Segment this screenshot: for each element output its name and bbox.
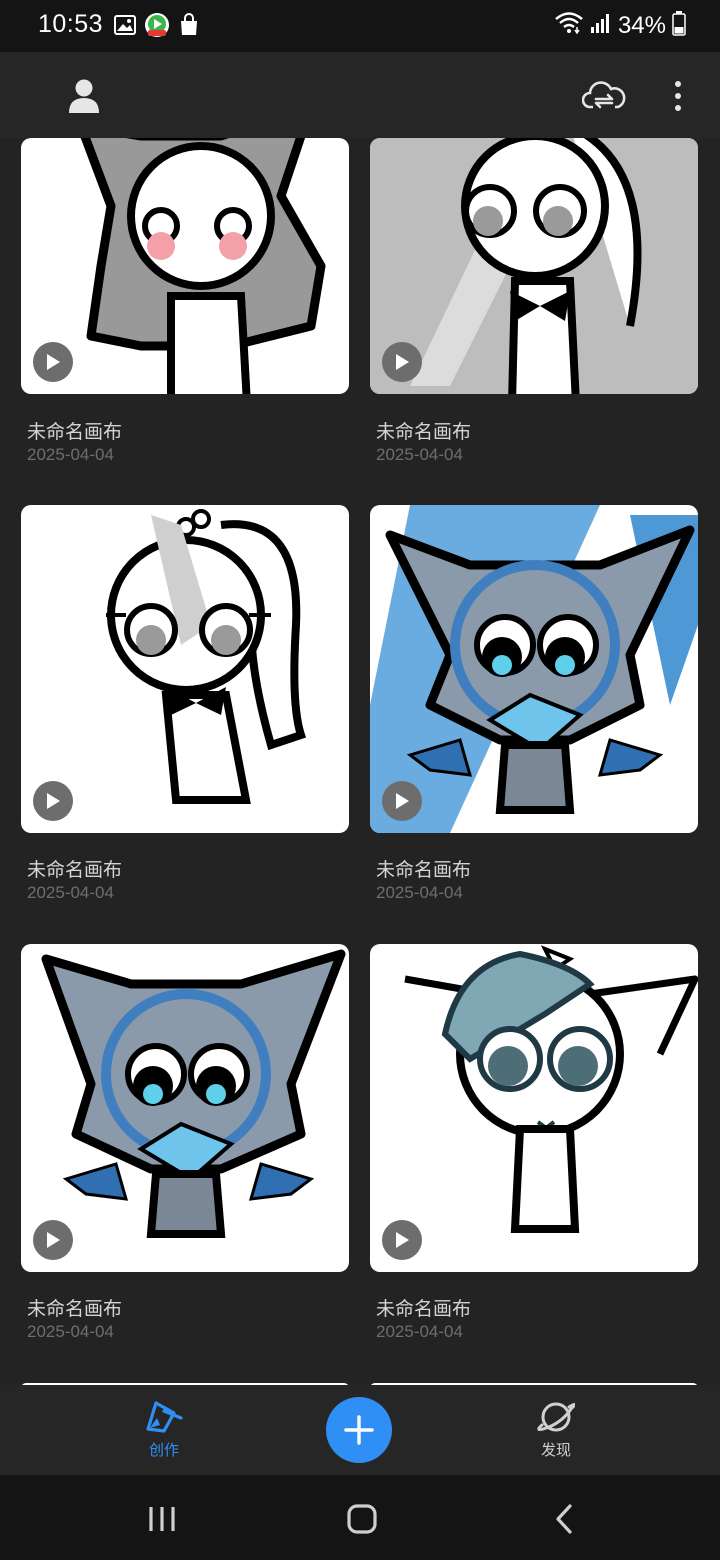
- canvas-title: 未命名画布: [376, 1299, 472, 1320]
- canvas-date: 2025-04-04: [27, 883, 114, 902]
- battery-percent: 34%: [617, 11, 666, 39]
- canvas-date: 2025-04-04: [27, 445, 114, 464]
- canvas-thumbnail[interactable]: [370, 138, 698, 394]
- system-navigation-bar: [0, 1475, 720, 1560]
- play-button[interactable]: [33, 342, 73, 382]
- play-button[interactable]: [382, 781, 422, 821]
- planet-icon: [537, 1402, 575, 1432]
- cloud-sync-icon: [582, 81, 626, 109]
- canvas-thumbnail[interactable]: [370, 505, 698, 833]
- play-icon: [396, 354, 409, 370]
- new-canvas-button[interactable]: [326, 1397, 392, 1463]
- canvas-thumbnail[interactable]: [21, 944, 349, 1272]
- app-bar: [0, 52, 720, 138]
- more-options-button[interactable]: [660, 74, 696, 118]
- nav-create-label: 创作: [148, 1442, 179, 1459]
- wifi-icon: [554, 11, 584, 40]
- canvas-grid: 未命名画布 2025-04-04 未命名画布 2025-04-04 未命名画布 …: [0, 138, 720, 1385]
- shopping-bag-icon: [178, 13, 200, 42]
- nav-discover-label: 发现: [540, 1442, 571, 1459]
- play-icon: [47, 354, 60, 370]
- play-icon: [47, 793, 60, 809]
- battery-icon: [672, 10, 686, 41]
- canvas-title: 未命名画布: [27, 1299, 123, 1320]
- back-button[interactable]: [544, 1503, 584, 1535]
- play-icon: [47, 1232, 60, 1248]
- canvas-date: 2025-04-04: [376, 445, 463, 464]
- canvas-date: 2025-04-04: [376, 1322, 463, 1341]
- canvas-thumbnail[interactable]: [21, 138, 349, 394]
- play-button[interactable]: [33, 781, 73, 821]
- nav-discover[interactable]: 发现: [516, 1399, 596, 1460]
- character-artwork: [404, 945, 698, 1233]
- profile-button[interactable]: [62, 74, 106, 118]
- canvas-thumbnail[interactable]: [21, 505, 349, 833]
- bottom-navigation: 创作 发现: [0, 1385, 720, 1475]
- character-artwork: [370, 505, 698, 833]
- play-icon: [396, 793, 409, 809]
- gallery-icon: [114, 15, 136, 40]
- canvas-date: 2025-04-04: [27, 1322, 114, 1341]
- canvas-title: 未命名画布: [27, 860, 123, 881]
- profile-icon: [69, 79, 99, 113]
- home-button[interactable]: [342, 1503, 382, 1535]
- canvas-title: 未命名画布: [27, 422, 123, 443]
- status-time: 10:53: [38, 10, 104, 38]
- character-artwork: [41, 949, 346, 1238]
- canvas-title: 未命名画布: [376, 422, 472, 443]
- cloud-sync-button[interactable]: [580, 74, 628, 118]
- play-button[interactable]: [382, 1220, 422, 1260]
- play-icon: [396, 1232, 409, 1248]
- play-button[interactable]: [33, 1220, 73, 1260]
- nav-create[interactable]: 创作: [124, 1399, 204, 1460]
- back-icon: [556, 1504, 572, 1534]
- app-icon: [144, 12, 170, 43]
- brush-icon: [146, 1401, 183, 1433]
- plus-icon: [344, 1415, 374, 1445]
- status-bar: 10:53 34%: [0, 0, 720, 52]
- home-icon: [347, 1504, 377, 1534]
- signal-icon: [590, 12, 612, 39]
- canvas-date: 2025-04-04: [376, 883, 463, 902]
- recent-apps-icon: [149, 1507, 175, 1531]
- canvas-title: 未命名画布: [376, 860, 472, 881]
- recent-apps-button[interactable]: [142, 1503, 182, 1535]
- character-artwork: [106, 509, 307, 804]
- canvas-thumbnail[interactable]: [370, 944, 698, 1272]
- play-button[interactable]: [382, 342, 422, 382]
- more-vert-icon: [675, 81, 681, 111]
